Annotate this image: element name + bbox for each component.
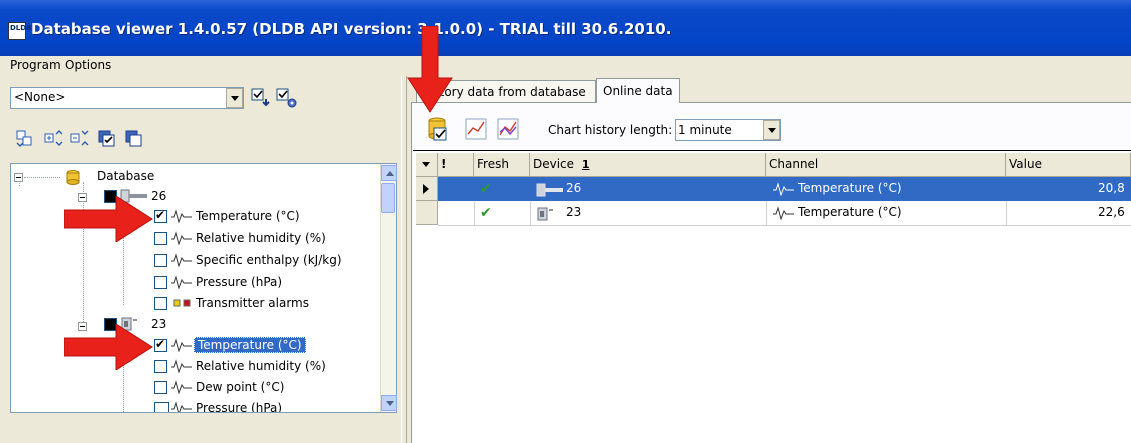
refresh-tree-icon[interactable] [14,128,36,150]
channel-label[interactable]: Relative humidity (%) [196,231,326,245]
waveform-icon [171,338,192,352]
multi-line-chart-icon[interactable] [497,118,519,140]
channel-cell: Temperature (°C) [798,181,902,195]
annotation-arrow-right [64,196,153,242]
scroll-down-button[interactable] [381,395,397,411]
value-cell: 20,8 [1098,181,1125,195]
menu-bar [0,56,1131,76]
check-download-icon[interactable] [250,87,272,109]
waveform-icon [171,231,192,245]
transmitter-icon [536,183,563,197]
channel-label[interactable]: Temperature (°C) [196,209,300,223]
panel-splitter[interactable] [401,76,407,443]
channel-checkbox[interactable] [154,402,169,412]
sort-ascending-icon: 1 [581,158,590,171]
header-row-indicator[interactable] [416,153,438,177]
fresh-check-icon: ✔ [480,181,492,197]
annotation-arrow-right [64,324,153,370]
check-settings-icon[interactable] [275,87,299,109]
transmitter-icon [537,207,553,221]
header-device[interactable]: Device 1 [530,153,766,177]
channel-checkbox[interactable] [154,276,167,289]
waveform-icon [171,209,192,223]
database-icon [66,170,80,185]
grid-line [438,225,1131,226]
device-filter-dropdown-button[interactable] [226,88,243,108]
channel-label[interactable]: Transmitter alarms [196,296,309,310]
scroll-up-button[interactable] [381,165,397,181]
check-all-icon[interactable] [96,128,118,150]
channel-checkbox[interactable] [154,297,167,310]
device-filter-value: <None> [14,90,66,104]
header-channel[interactable]: Channel [766,153,1006,177]
channel-label[interactable]: Specific enthalpy (kJ/kg) [196,253,342,267]
header-alert[interactable]: ! [438,153,474,177]
menu-options[interactable]: Options [65,58,111,72]
channel-label[interactable]: Dew point (°C) [196,380,284,394]
tree-clip: Pressure (hPa) [150,401,378,412]
waveform-icon [171,253,192,267]
left-status-area [10,417,400,443]
device-cell: 23 [566,205,582,219]
channel-checkbox[interactable] [154,208,167,223]
app-icon: DLDB [8,22,31,40]
channel-checkbox[interactable] [154,360,167,373]
waveform-icon [171,275,192,289]
device-cell: 26 [566,181,582,195]
line-chart-icon[interactable] [465,118,487,140]
channel-label-selected[interactable]: Temperature (°C) [194,337,306,353]
row-indicator[interactable] [416,201,438,225]
expand-all-icon[interactable] [42,128,64,150]
grid-line [1006,201,1007,225]
tab-online-data[interactable]: Online data [596,78,680,103]
window-title: Database viewer 1.4.0.57 (DLDB API versi… [31,20,672,38]
grid-line [530,201,531,225]
alarm-icon [173,299,191,307]
header-device-label: Device [533,157,575,171]
grid-line [474,201,475,225]
waveform-icon [773,182,794,196]
channel-label[interactable]: Pressure (hPa) [196,401,282,412]
header-value[interactable]: Value [1006,153,1131,177]
database-checked-icon[interactable] [426,116,450,142]
waveform-icon [171,380,192,394]
tree-expander[interactable] [14,173,23,182]
channel-checkbox[interactable] [154,232,167,245]
waveform-icon [171,401,192,412]
channel-checkbox[interactable] [154,254,167,267]
channel-label[interactable]: Pressure (hPa) [196,275,282,289]
channel-label[interactable]: Relative humidity (%) [196,359,326,373]
tree-line [24,177,60,178]
tab-online-label: Online data [603,84,673,98]
waveform-icon [773,206,794,220]
menu-program[interactable]: Program [10,58,61,72]
current-row-icon [423,184,429,194]
chart-history-label: Chart history length: [548,123,673,137]
chart-history-dropdown-button[interactable] [763,120,780,140]
fresh-check-icon: ✔ [480,205,492,221]
grid-line [766,201,767,225]
channel-checkbox[interactable] [154,337,167,352]
scroll-thumb[interactable] [381,183,395,213]
channel-checkbox[interactable] [154,381,167,394]
tree-root-label: Database [97,169,155,183]
header-fresh[interactable]: Fresh [474,153,530,177]
chart-history-value: 1 minute [678,123,732,137]
collapse-all-icon[interactable] [68,128,90,150]
row-indicator[interactable] [416,177,438,201]
waveform-icon [171,359,192,373]
value-cell: 22,6 [1098,205,1125,219]
uncheck-all-icon[interactable] [123,128,145,150]
annotation-arrow-down [407,26,453,113]
channel-cell: Temperature (°C) [798,205,902,219]
